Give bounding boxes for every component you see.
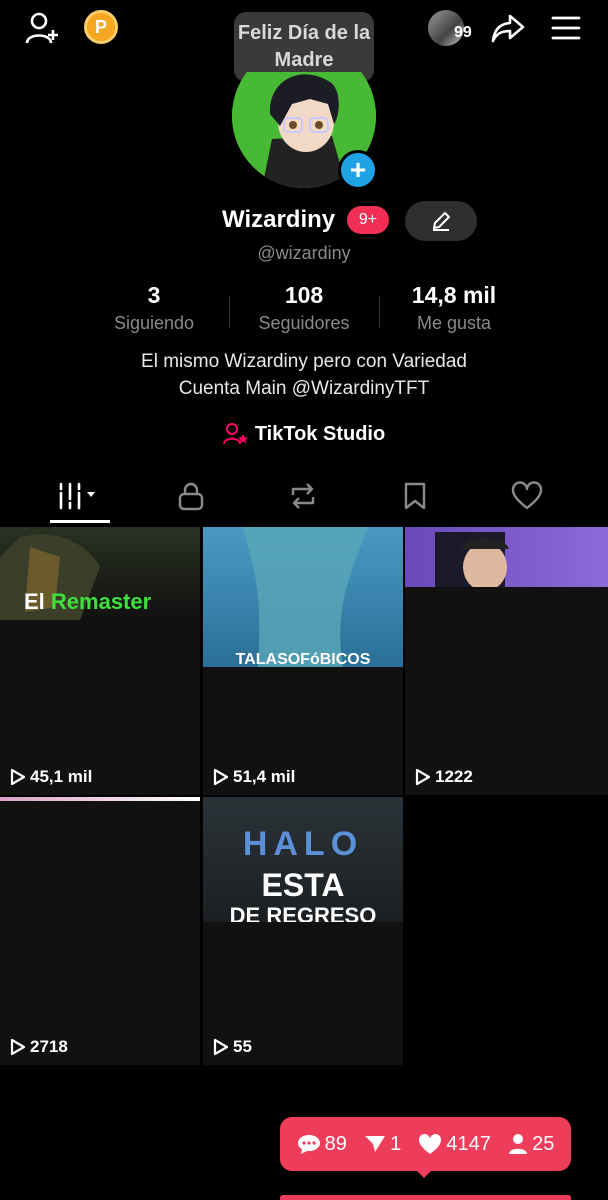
view-count-value: 55: [233, 1037, 252, 1056]
menu-icon[interactable]: [548, 10, 584, 46]
caption-highlight: Remaster: [50, 589, 152, 614]
notification-badge: 9+: [347, 206, 389, 234]
tab-private[interactable]: [161, 476, 221, 516]
bookmark-icon: [404, 482, 426, 510]
likes-count-live: 4147: [446, 1132, 491, 1155]
video-thumbnail: [0, 797, 200, 801]
view-count: 45,1 mil: [10, 767, 92, 787]
stat-followers[interactable]: 108 Seguidores: [229, 282, 379, 334]
studio-icon: [222, 423, 248, 445]
plus-icon: +: [349, 154, 367, 185]
likes-count: 14,8 mil: [411, 282, 497, 308]
tab-liked[interactable]: [497, 476, 557, 516]
live-shares: 1: [364, 1133, 401, 1156]
person-icon: [509, 1134, 528, 1154]
tab-videos[interactable]: [50, 476, 110, 516]
tab-reposts[interactable]: [273, 476, 333, 516]
video-thumbnail: TALASOFóBICOS: [203, 527, 403, 667]
live-bar-pointer: [414, 1168, 434, 1178]
view-count-value: 45,1 mil: [30, 767, 93, 786]
play-icon: [213, 1038, 229, 1056]
inbox-count: 99: [454, 24, 472, 41]
view-count: 55: [213, 1037, 252, 1057]
followers-count: 108: [284, 282, 324, 308]
view-count: 2718: [10, 1037, 68, 1057]
username-handle: @wizardiny: [257, 243, 351, 263]
view-count-value: 2718: [30, 1037, 68, 1056]
live-stats-bar[interactable]: 89 1 4147 25: [280, 1117, 571, 1171]
active-tab-indicator: [50, 520, 110, 523]
video-tile[interactable]: HALO ESTA DE REGRESO 55: [203, 797, 403, 1065]
edit-profile-button[interactable]: [405, 201, 477, 241]
video-tile[interactable]: El Remaster 45,1 mil: [0, 527, 200, 795]
tab-favorites[interactable]: [385, 476, 445, 516]
halo-logo: HALO: [242, 825, 364, 863]
video-thumbnail: El Remaster: [0, 527, 200, 620]
heart-icon: [511, 481, 543, 510]
live-likes: 4147: [418, 1133, 491, 1156]
bio-line-2[interactable]: Cuenta Main @WizardinyTFT: [0, 376, 608, 402]
viewers-count: 25: [532, 1132, 555, 1155]
video-tile[interactable]: 2718: [0, 797, 200, 1065]
comment-icon: [297, 1135, 320, 1154]
display-name: Wizardiny: [222, 206, 336, 233]
followers-label: Seguidores: [258, 313, 350, 333]
view-count-value: 51,4 mil: [233, 767, 296, 786]
video-caption: DE REGRESO: [229, 903, 377, 922]
play-icon: [10, 768, 26, 786]
video-thumbnail: HALO ESTA DE REGRESO: [203, 797, 403, 922]
play-icon: [415, 768, 431, 786]
tooltip-text: Feliz Día de la Madre: [237, 22, 371, 71]
shares-count: 1: [390, 1132, 402, 1155]
caption-part: El: [24, 589, 51, 614]
video-tile[interactable]: 1222: [405, 527, 608, 795]
pencil-icon: [433, 212, 450, 231]
video-tile[interactable]: TALASOFóBICOS 51,4 mil: [203, 527, 403, 795]
following-label: Siguiendo: [113, 313, 195, 333]
share-icon[interactable]: [488, 8, 528, 48]
bottom-live-strip: [280, 1195, 571, 1200]
studio-label: TikTok Studio: [254, 422, 386, 445]
tiktok-studio-link[interactable]: TikTok Studio: [0, 422, 608, 446]
bio-line-1: El mismo Wizardiny pero con Variedad: [141, 351, 467, 372]
coin-icon[interactable]: P: [84, 10, 118, 44]
following-count: 3: [147, 282, 161, 308]
video-caption: TALASOFóBICOS: [235, 651, 371, 667]
video-caption: ESTA: [261, 867, 345, 903]
video-thumbnail: [405, 527, 608, 587]
lock-icon: [178, 482, 204, 511]
coin-label: P: [94, 16, 107, 37]
live-viewers: 25: [508, 1133, 554, 1156]
play-icon: [213, 768, 229, 786]
video-caption: El Remaster: [24, 589, 151, 615]
view-count-value: 1222: [435, 767, 473, 786]
repost-icon: [291, 483, 315, 509]
live-comments: 89: [297, 1133, 347, 1156]
comments-count: 89: [324, 1132, 347, 1155]
share-arrow-icon: [365, 1136, 386, 1152]
add-friend-icon[interactable]: [22, 8, 62, 48]
add-avatar-button[interactable]: +: [338, 150, 378, 190]
view-count: 51,4 mil: [213, 767, 295, 787]
stat-likes[interactable]: 14,8 mil Me gusta: [379, 282, 529, 334]
grid-filter-icon: [59, 482, 95, 510]
play-icon: [10, 1038, 26, 1056]
heart-filled-icon: [419, 1133, 442, 1154]
view-count: 1222: [415, 767, 473, 787]
likes-label: Me gusta: [416, 313, 492, 333]
stat-following[interactable]: 3 Siguiendo: [79, 282, 229, 334]
